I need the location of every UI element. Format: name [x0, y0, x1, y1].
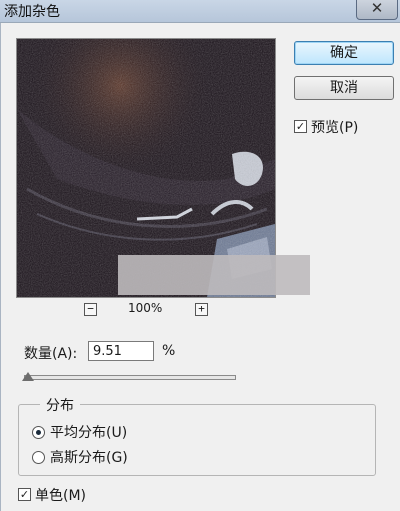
amount-label: 数量(A):	[24, 346, 78, 362]
amount-slider-track[interactable]	[24, 375, 236, 380]
close-icon: ✕	[370, 0, 384, 17]
gaussian-label: 高斯分布(G)	[50, 450, 128, 466]
zoom-in-button[interactable]: +	[195, 303, 208, 316]
ok-button[interactable]: 确定	[294, 41, 394, 65]
radio-selected-dot	[36, 430, 41, 435]
gaussian-radio[interactable]	[32, 451, 45, 464]
zoom-out-button[interactable]: −	[84, 303, 97, 316]
amount-input[interactable]: 9.51	[88, 341, 154, 361]
check-icon: ✓	[19, 488, 30, 501]
amount-unit: %	[162, 343, 176, 359]
monochromatic-label: 单色(M)	[35, 488, 87, 504]
zoom-level: 100%	[128, 301, 163, 315]
check-icon: ✓	[295, 120, 306, 133]
monochromatic-checkbox[interactable]: ✓	[18, 488, 31, 501]
watermark-overlay	[118, 255, 310, 295]
title-bar: 添加杂色 ✕	[0, 0, 400, 23]
distribution-legend: 分布	[40, 395, 80, 415]
preview-checkbox[interactable]: ✓	[294, 120, 307, 133]
minus-icon: −	[87, 302, 94, 315]
preview-label: 预览(P)	[311, 120, 359, 136]
uniform-label: 平均分布(U)	[50, 425, 128, 441]
window-title: 添加杂色	[4, 4, 60, 20]
plus-icon: +	[198, 302, 205, 315]
close-button[interactable]: ✕	[356, 0, 398, 20]
cancel-button[interactable]: 取消	[294, 76, 394, 100]
zoom-controls: − 100% +	[84, 301, 210, 319]
amount-slider-thumb[interactable]	[22, 372, 35, 381]
uniform-radio[interactable]	[32, 426, 45, 439]
